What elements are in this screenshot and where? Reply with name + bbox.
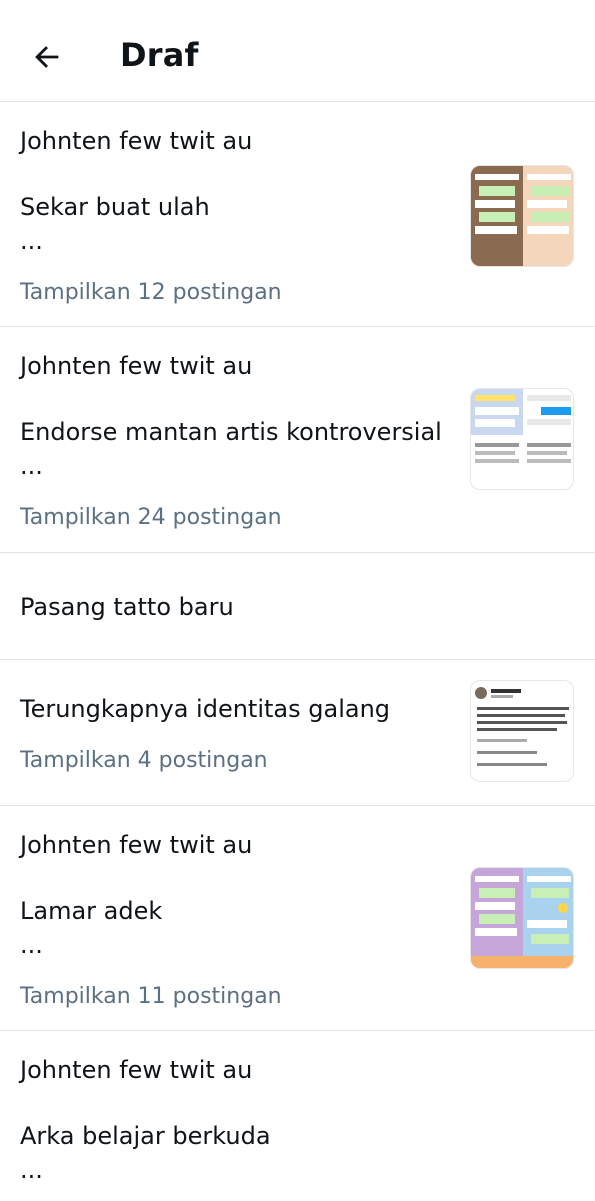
back-button[interactable] <box>28 38 66 76</box>
draft-thread-count[interactable]: Tampilkan 11 postingan <box>20 982 282 1012</box>
draft-thumbnail <box>470 680 574 782</box>
draft-subtitle: Sekar buat ulah <box>20 193 210 221</box>
draft-ellipsis: ... <box>20 452 43 480</box>
app-header: Draf <box>0 0 595 102</box>
draft-thumbnail <box>470 867 574 969</box>
draft-title: Pasang tatto baru <box>20 593 234 621</box>
draft-item[interactable]: Johnten few twit au Sekar buat ulah ... … <box>0 102 595 327</box>
draft-item[interactable]: Pasang tatto baru <box>0 553 595 660</box>
draft-thread-count[interactable]: Tampilkan 4 postingan <box>20 746 268 776</box>
draft-ellipsis: ... <box>20 1156 43 1184</box>
draft-item[interactable]: Johnten few twit au Arka belajar berkuda… <box>0 1031 595 1201</box>
draft-title: Terungkapnya identitas galang <box>20 695 391 723</box>
draft-subtitle: Arka belajar berkuda <box>20 1122 271 1150</box>
draft-item[interactable]: Terungkapnya identitas galang Tampilkan … <box>0 660 595 806</box>
draft-thread-count[interactable]: Tampilkan 24 postingan <box>20 503 282 533</box>
arrow-left-icon <box>35 46 59 68</box>
draft-item[interactable]: Johnten few twit au Lamar adek ... Tampi… <box>0 806 595 1031</box>
draft-title: Johnten few twit au <box>20 1056 253 1084</box>
draft-title: Johnten few twit au <box>20 127 253 155</box>
draft-thumbnail <box>470 165 574 267</box>
draft-title: Johnten few twit au <box>20 831 253 859</box>
draft-title: Johnten few twit au <box>20 352 253 380</box>
draft-subtitle: Lamar adek <box>20 897 163 925</box>
draft-subtitle: Endorse mantan artis kontroversial <box>20 418 442 446</box>
draft-thumbnail <box>470 388 574 490</box>
page-title: Draf <box>120 36 199 74</box>
draft-ellipsis: ... <box>20 931 43 959</box>
draft-item[interactable]: Johnten few twit au Endorse mantan artis… <box>0 327 595 553</box>
draft-ellipsis: ... <box>20 227 43 255</box>
draft-thread-count[interactable]: Tampilkan 12 postingan <box>20 278 282 308</box>
